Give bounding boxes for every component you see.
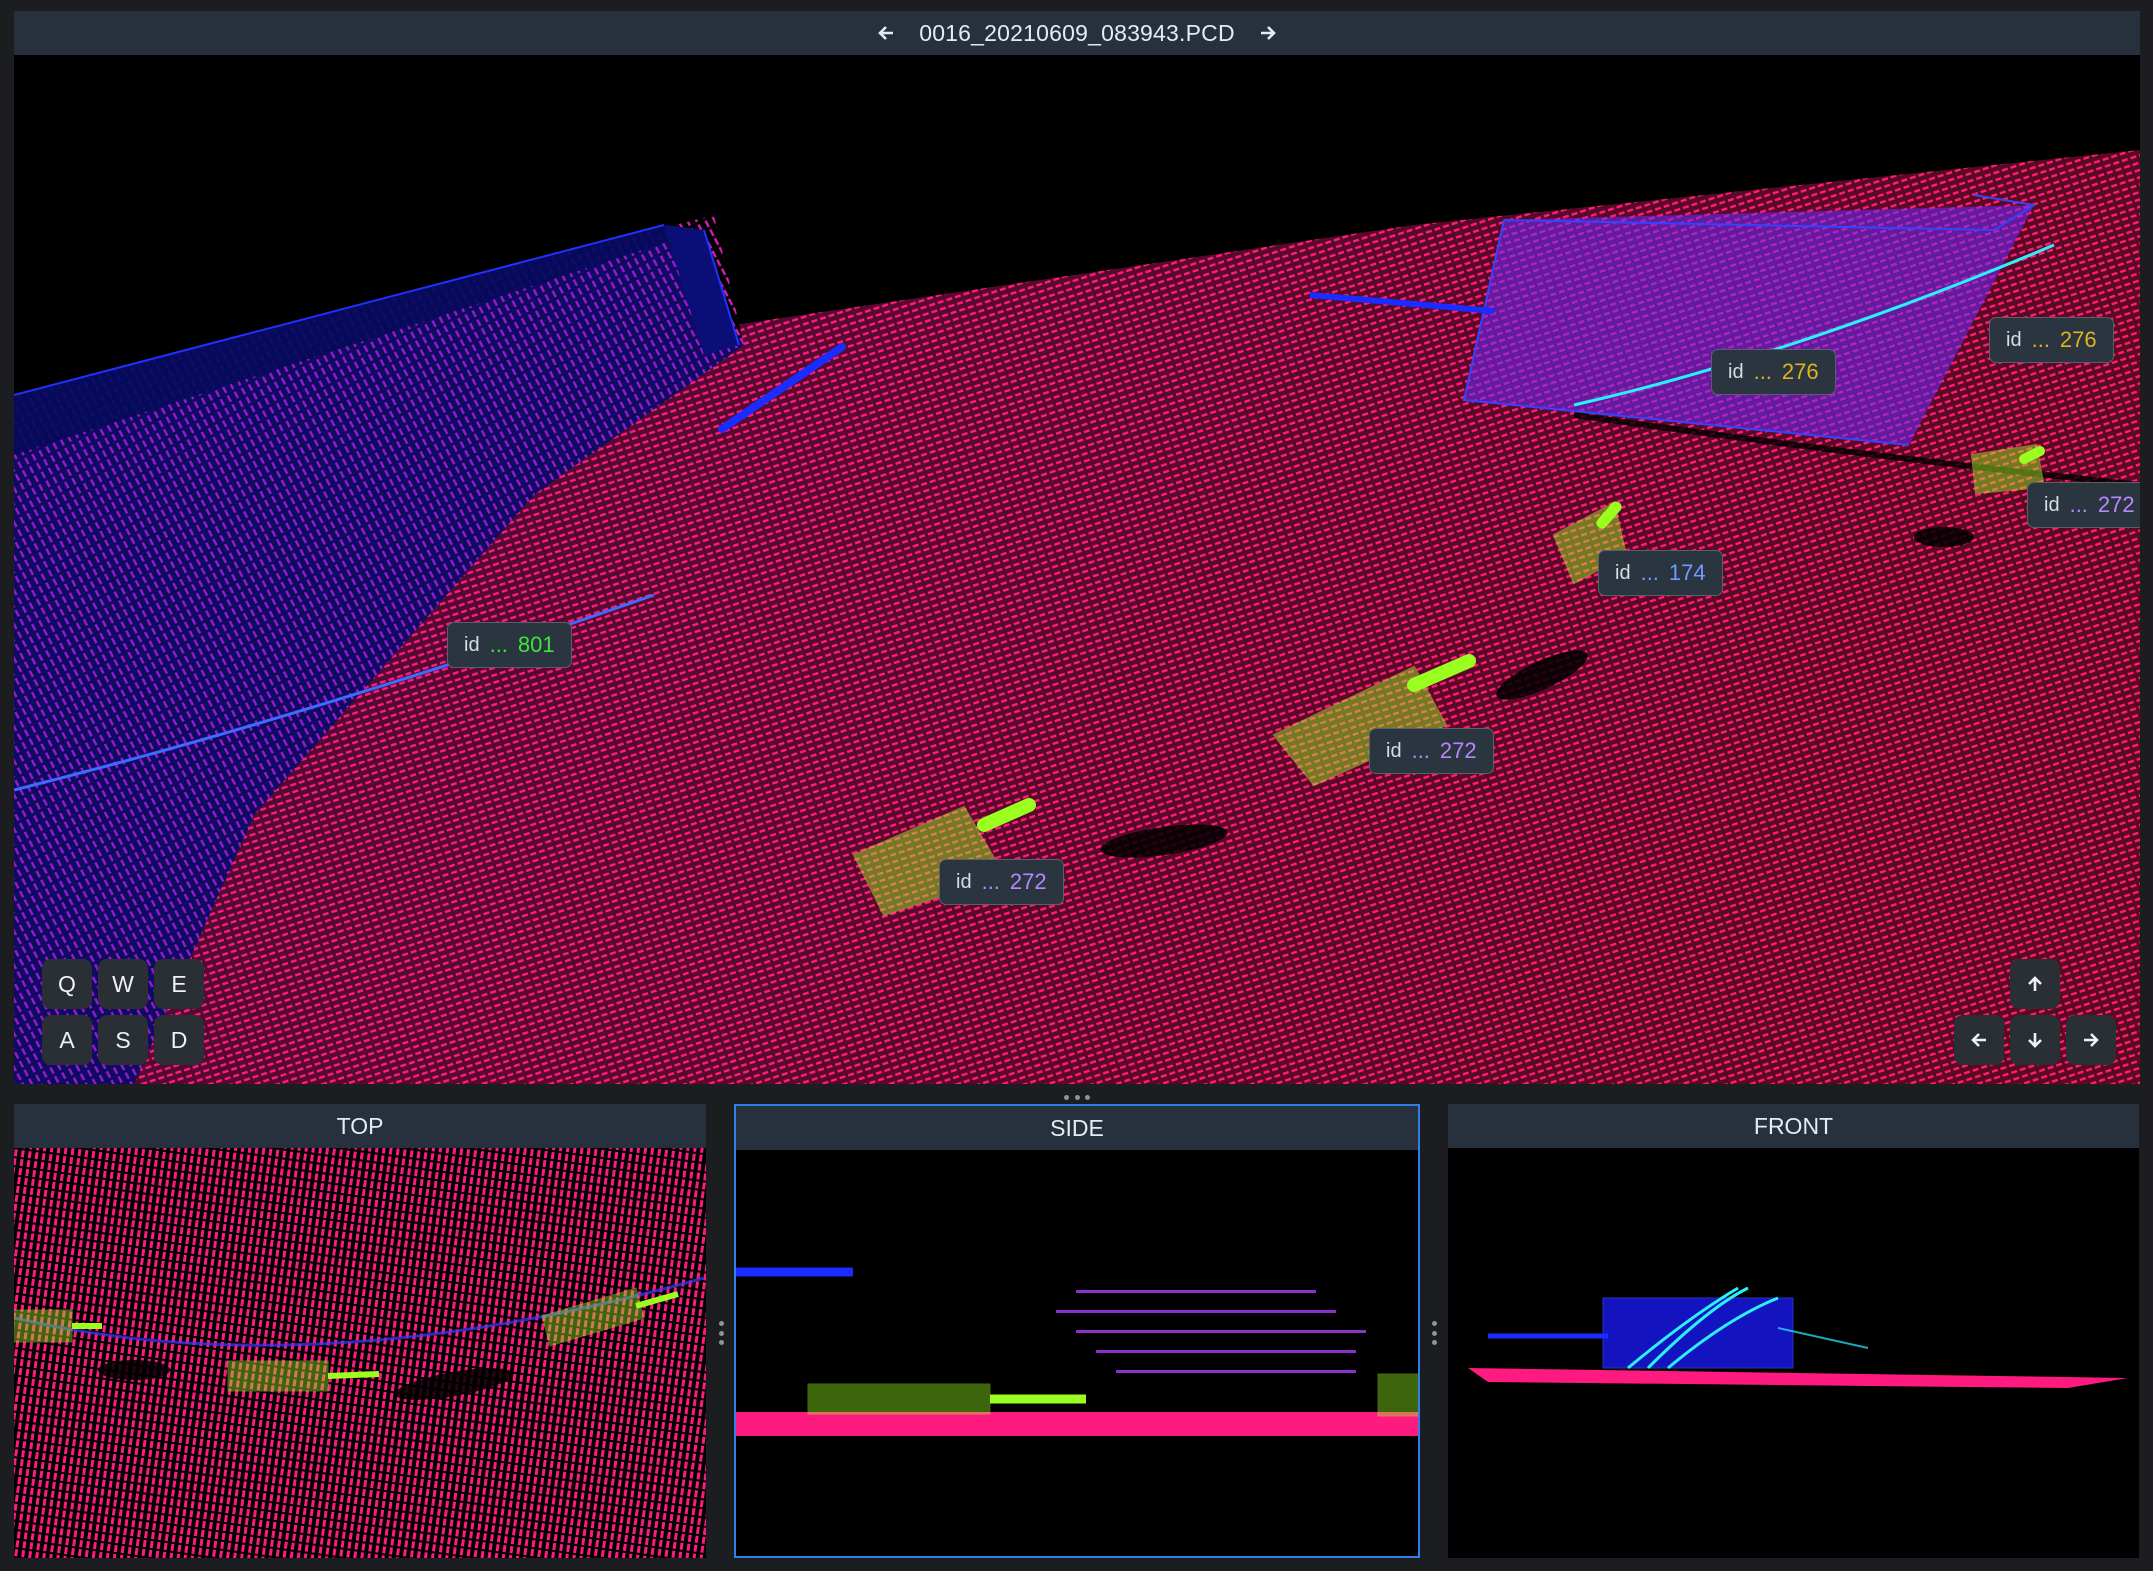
key-d[interactable]: D <box>154 1015 204 1065</box>
side-box-1[interactable] <box>807 1383 1086 1415</box>
arrow-right-icon <box>1260 26 1276 40</box>
panel-title: TOP <box>14 1104 706 1148</box>
panel-title: SIDE <box>736 1106 1418 1150</box>
key-e[interactable]: E <box>154 959 204 1009</box>
arrow-down-icon <box>2028 1033 2042 1048</box>
vertical-resize-handle[interactable] <box>1064 1093 1090 1101</box>
object-id-label[interactable]: id... 276 <box>1989 317 2114 363</box>
file-name: 0016_20210609_083943.PCD <box>919 19 1235 46</box>
side-view-panel[interactable]: SIDE <box>734 1104 1420 1558</box>
object-id-label[interactable]: id... 174 <box>1598 550 1723 596</box>
top-view-canvas[interactable] <box>14 1148 706 1558</box>
panel-resize-handle[interactable] <box>1429 1321 1439 1345</box>
key-w[interactable]: W <box>98 959 148 1009</box>
front-cuboid[interactable] <box>1602 1297 1794 1369</box>
arrow-left-icon <box>878 26 894 40</box>
arrow-left-icon <box>1971 1033 1986 1047</box>
object-id-label[interactable]: id... 272 <box>2027 482 2140 528</box>
object-id-label[interactable]: id... 272 <box>1369 728 1494 774</box>
key-s[interactable]: S <box>98 1015 148 1065</box>
shadow <box>1914 527 1974 547</box>
front-view-canvas[interactable] <box>1448 1148 2139 1558</box>
key-q[interactable]: Q <box>42 959 92 1009</box>
arrow-pad <box>1951 959 2119 1065</box>
point-cloud-canvas[interactable] <box>14 55 2140 1084</box>
next-file-button[interactable] <box>1253 18 1283 48</box>
object-id-label[interactable]: id... 276 <box>1711 349 1836 395</box>
key-a[interactable]: A <box>42 1015 92 1065</box>
front-view-panel[interactable]: FRONT <box>1448 1104 2139 1558</box>
arrow-right-icon <box>2084 1033 2099 1047</box>
arrow-down-button[interactable] <box>2010 1015 2060 1065</box>
side-box-2[interactable] <box>1377 1373 1418 1417</box>
main-3d-view[interactable]: 0016_20210609_083943.PCD id ... 801 id .… <box>14 11 2140 1084</box>
prev-file-button[interactable] <box>871 18 901 48</box>
arrow-left-button[interactable] <box>1954 1015 2004 1065</box>
object-id-label[interactable]: id... 272 <box>939 859 1064 905</box>
top-view-panel[interactable]: TOP <box>14 1104 706 1558</box>
panel-resize-handle[interactable] <box>716 1321 726 1345</box>
arrow-up-button[interactable] <box>2010 959 2060 1009</box>
panel-title: FRONT <box>1448 1104 2139 1148</box>
arrow-right-button[interactable] <box>2066 1015 2116 1065</box>
arrow-up-icon <box>2028 976 2042 991</box>
file-title-bar: 0016_20210609_083943.PCD <box>14 11 2140 55</box>
object-id-label[interactable]: id... 801 <box>447 622 572 668</box>
camera-keypad: Q W E A S D <box>42 959 204 1065</box>
side-view-canvas[interactable] <box>736 1150 1418 1556</box>
